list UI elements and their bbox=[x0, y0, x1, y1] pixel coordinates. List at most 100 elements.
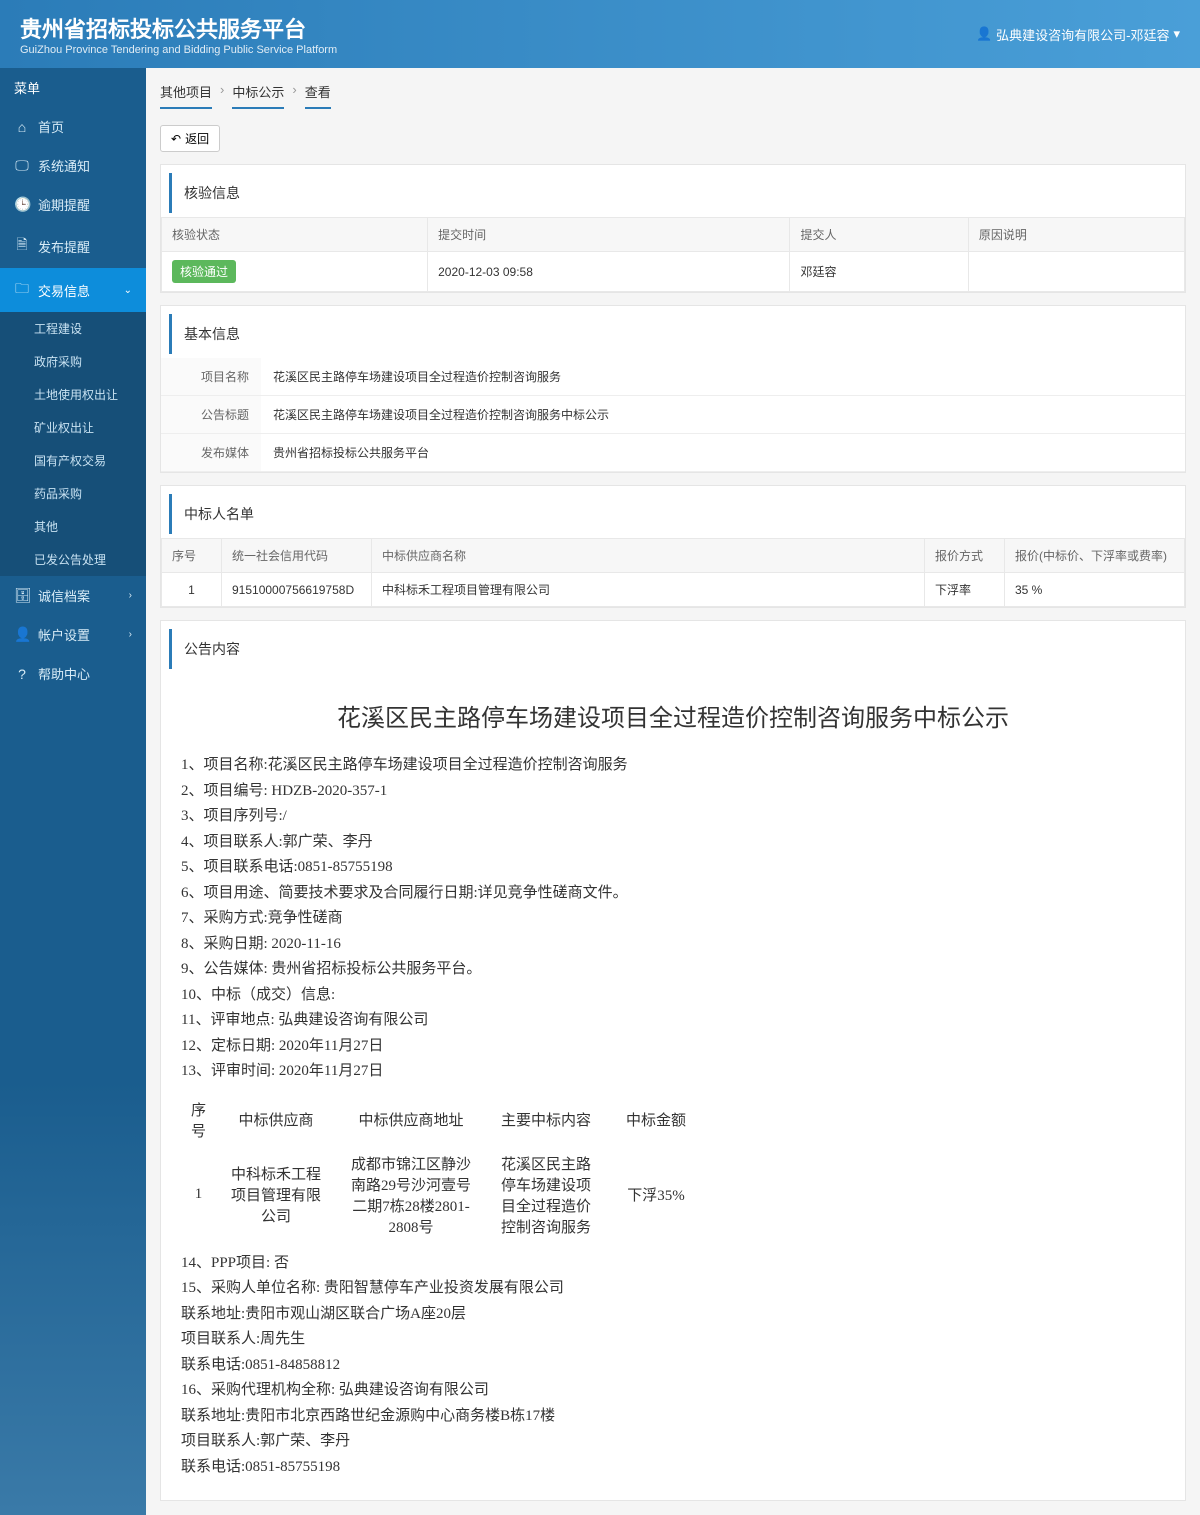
sidebar-item[interactable]: ⌂首页 bbox=[0, 107, 146, 146]
notice-line: 4、项目联系人:郭广荣、李丹 bbox=[181, 830, 1165, 856]
table-row: 1 91510000756619758D 中科标禾工程项目管理有限公司 下浮率 … bbox=[162, 573, 1185, 607]
chevron-down-icon: ▾ bbox=[1173, 26, 1180, 42]
kv-label: 发布媒体 bbox=[161, 434, 261, 471]
sidebar-item[interactable]: 🗄诚信档案› bbox=[0, 576, 146, 615]
basic-panel: 基本信息 项目名称花溪区民主路停车场建设项目全过程造价控制咨询服务公告标题花溪区… bbox=[160, 305, 1186, 473]
winners-th: 序号 bbox=[162, 539, 222, 573]
doc-icon: 🗎 bbox=[14, 234, 30, 258]
winner-code: 91510000756619758D bbox=[222, 573, 372, 607]
sidebar-item[interactable]: 🗎 发布提醒 bbox=[0, 224, 146, 268]
sidebar-subitem[interactable]: 政府采购 bbox=[0, 345, 146, 378]
folder-icon: 🗀 bbox=[14, 278, 30, 302]
sidebar-item-label: 交易信息 bbox=[38, 281, 90, 300]
sidebar-subitem[interactable]: 药品采购 bbox=[0, 477, 146, 510]
notice-line: 联系地址:贵阳市北京西路世纪金源购中心商务楼B栋17楼 bbox=[181, 1404, 1165, 1430]
person-icon: 👤 bbox=[14, 626, 30, 643]
verify-table: 核验状态 提交时间 提交人 原因说明 核验通过 2020-12-03 09:58… bbox=[161, 217, 1185, 292]
winners-th: 中标供应商名称 bbox=[372, 539, 925, 573]
notice-line: 9、公告媒体: 贵州省招标投标公共服务平台。 bbox=[181, 957, 1165, 983]
notice-line: 10、中标（成交）信息: bbox=[181, 983, 1165, 1009]
table-row: 1 中科标禾工程项目管理有限公司 成都市锦江区静沙南路29号沙河壹号二期7栋28… bbox=[181, 1147, 706, 1243]
verify-panel: 核验信息 核验状态 提交时间 提交人 原因说明 核验通过 2020-12-03 … bbox=[160, 164, 1186, 293]
chevron-icon: › bbox=[129, 590, 132, 601]
notice-line: 3、项目序列号:/ bbox=[181, 804, 1165, 830]
inner-th: 中标供应商地址 bbox=[336, 1093, 486, 1147]
menu-header: 菜单 bbox=[0, 68, 146, 107]
chevron-icon: ⌄ bbox=[124, 285, 132, 296]
sidebar-item-label: 帮助中心 bbox=[38, 664, 90, 683]
breadcrumb-item[interactable]: 中标公示 bbox=[232, 82, 284, 109]
verify-reason bbox=[968, 252, 1184, 292]
inner-th: 中标金额 bbox=[606, 1093, 706, 1147]
inner-content: 花溪区民主路停车场建设项目全过程造价控制咨询服务 bbox=[486, 1147, 606, 1243]
user-name: 弘典建设咨询有限公司-邓廷容 bbox=[996, 25, 1169, 44]
kv-label: 公告标题 bbox=[161, 396, 261, 433]
winners-table: 序号 统一社会信用代码 中标供应商名称 报价方式 报价(中标价、下浮率或费率) … bbox=[161, 538, 1185, 607]
sidebar-subitem[interactable]: 工程建设 bbox=[0, 312, 146, 345]
sidebar-item-label: 逾期提醒 bbox=[38, 195, 90, 214]
sidebar-item[interactable]: ? 帮助中心 bbox=[0, 654, 146, 693]
notice-line: 14、PPP项目: 否 bbox=[181, 1251, 1165, 1277]
winner-method: 下浮率 bbox=[925, 573, 1005, 607]
sidebar-item[interactable]: 🗀 交易信息 ⌄ bbox=[0, 268, 146, 312]
kv-row: 公告标题花溪区民主路停车场建设项目全过程造价控制咨询服务中标公示 bbox=[161, 396, 1185, 434]
header-user[interactable]: 👤 弘典建设咨询有限公司-邓廷容 ▾ bbox=[976, 25, 1180, 44]
app-title-en: GuiZhou Province Tendering and Bidding P… bbox=[20, 44, 337, 56]
verify-submitter: 邓廷容 bbox=[790, 252, 968, 292]
sidebar-subitem[interactable]: 矿业权出让 bbox=[0, 411, 146, 444]
inner-supplier: 中科标禾工程项目管理有限公司 bbox=[216, 1147, 336, 1243]
sidebar-item[interactable]: 🕒 逾期提醒 bbox=[0, 185, 146, 224]
notice-line: 5、项目联系电话:0851-85755198 bbox=[181, 855, 1165, 881]
winners-panel: 中标人名单 序号 统一社会信用代码 中标供应商名称 报价方式 报价(中标价、下浮… bbox=[160, 485, 1186, 608]
sidebar-subitem[interactable]: 已发公告处理 bbox=[0, 543, 146, 576]
back-button[interactable]: ↶ 返回 bbox=[160, 125, 220, 152]
sidebar: 菜单 ⌂首页🖵系统通知 🕒 逾期提醒 🗎 发布提醒 🗀 交易信息 ⌄ 工程建设政府采购土地使用权… bbox=[0, 68, 146, 1515]
help-icon: ? bbox=[14, 666, 30, 682]
notice-inner-table: 序号 中标供应商 中标供应商地址 主要中标内容 中标金额 1 中科标禾工程项目管… bbox=[181, 1093, 706, 1243]
notice-line: 1、项目名称:花溪区民主路停车场建设项目全过程造价控制咨询服务 bbox=[181, 753, 1165, 779]
sidebar-subitem[interactable]: 其他 bbox=[0, 510, 146, 543]
notice-line: 16、采购代理机构全称: 弘典建设咨询有限公司 bbox=[181, 1378, 1165, 1404]
main-content: 其他项目 › 中标公示 › 查看 ↶ 返回 核验信息 核验状态 提交时间 提交人… bbox=[146, 68, 1200, 1515]
notice-line: 6、项目用途、简要技术要求及合同履行日期:详见竞争性磋商文件。 bbox=[181, 881, 1165, 907]
user-icon: 👤 bbox=[976, 26, 992, 42]
breadcrumb-item[interactable]: 其他项目 bbox=[160, 82, 212, 109]
verify-status: 核验通过 bbox=[162, 252, 428, 292]
notice-line: 15、采购人单位名称: 贵阳智慧停车产业投资发展有限公司 bbox=[181, 1276, 1165, 1302]
sidebar-item-label: 帐户设置 bbox=[38, 625, 90, 644]
sidebar-item-label: 发布提醒 bbox=[38, 237, 90, 256]
sidebar-subitem[interactable]: 土地使用权出让 bbox=[0, 378, 146, 411]
verify-th: 原因说明 bbox=[968, 218, 1184, 252]
page-header: 贵州省招标投标公共服务平台 GuiZhou Province Tendering… bbox=[0, 0, 1200, 68]
sidebar-subitem[interactable]: 国有产权交易 bbox=[0, 444, 146, 477]
verify-th: 提交时间 bbox=[428, 218, 790, 252]
clock-icon: 🕒 bbox=[14, 196, 30, 213]
kv-value: 贵州省招标投标公共服务平台 bbox=[261, 434, 1185, 471]
winners-th: 统一社会信用代码 bbox=[222, 539, 372, 573]
breadcrumb: 其他项目 › 中标公示 › 查看 bbox=[160, 82, 1186, 115]
notice-line: 13、评审时间: 2020年11月27日 bbox=[181, 1059, 1165, 1085]
notice-line: 项目联系人:郭广荣、李丹 bbox=[181, 1429, 1165, 1455]
inner-idx: 1 bbox=[181, 1147, 216, 1243]
winner-idx: 1 bbox=[162, 573, 222, 607]
inner-th: 主要中标内容 bbox=[486, 1093, 606, 1147]
winner-price: 35 % bbox=[1005, 573, 1185, 607]
inner-addr: 成都市锦江区静沙南路29号沙河壹号二期7栋28楼2801-2808号 bbox=[336, 1147, 486, 1243]
winners-th: 报价方式 bbox=[925, 539, 1005, 573]
notice-line: 8、采购日期: 2020-11-16 bbox=[181, 932, 1165, 958]
panel-title: 公告内容 bbox=[169, 629, 1177, 669]
header-left: 贵州省招标投标公共服务平台 GuiZhou Province Tendering… bbox=[20, 12, 337, 56]
sidebar-item[interactable]: 👤帐户设置› bbox=[0, 615, 146, 654]
notice-line: 联系电话:0851-84858812 bbox=[181, 1353, 1165, 1379]
verify-th: 核验状态 bbox=[162, 218, 428, 252]
back-arrow-icon: ↶ bbox=[171, 132, 181, 146]
status-badge: 核验通过 bbox=[172, 260, 236, 283]
sidebar-item-label: 诚信档案 bbox=[38, 586, 90, 605]
breadcrumb-sep: › bbox=[220, 82, 224, 109]
notice-panel: 公告内容 花溪区民主路停车场建设项目全过程造价控制咨询服务中标公示 1、项目名称… bbox=[160, 620, 1186, 1501]
sidebar-item[interactable]: 🖵系统通知 bbox=[0, 146, 146, 185]
notice-line: 11、评审地点: 弘典建设咨询有限公司 bbox=[181, 1008, 1165, 1034]
app-title-cn: 贵州省招标投标公共服务平台 bbox=[20, 12, 337, 44]
monitor-icon: 🖵 bbox=[14, 157, 30, 174]
notice-line: 7、采购方式:竞争性磋商 bbox=[181, 906, 1165, 932]
